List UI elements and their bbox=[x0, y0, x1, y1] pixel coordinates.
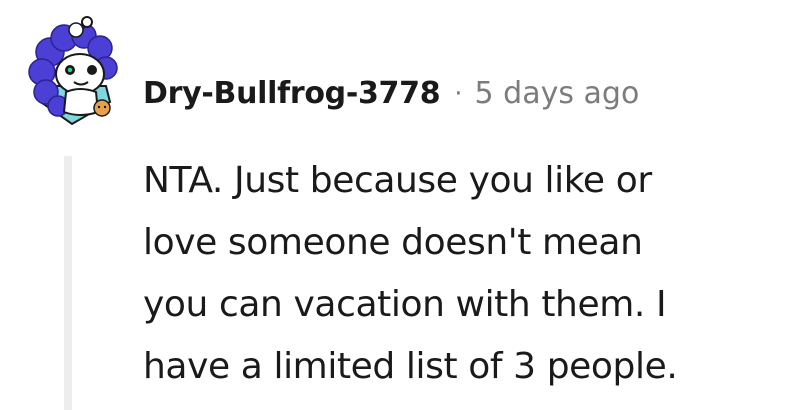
comment: Dry-Bullfrog-3778 · 5 days ago NTA. Just… bbox=[0, 0, 787, 410]
thread-line[interactable] bbox=[64, 156, 72, 410]
comment-timestamp[interactable]: 5 days ago bbox=[475, 72, 640, 116]
meta-separator: · bbox=[454, 79, 463, 109]
username-link[interactable]: Dry-Bullfrog-3778 bbox=[143, 72, 441, 116]
comment-body: NTA. Just because you like or love someo… bbox=[143, 150, 773, 398]
comment-body-line: NTA. Just because you like or bbox=[143, 160, 652, 201]
comment-meta: Dry-Bullfrog-3778 · 5 days ago bbox=[143, 72, 639, 116]
comment-body-line: have a limited list of 3 people. bbox=[143, 346, 678, 387]
comment-body-line: love someone doesn't mean bbox=[143, 222, 643, 263]
comment-body-line: you can vacation with them. I bbox=[143, 284, 667, 325]
user-avatar[interactable] bbox=[20, 16, 124, 128]
reddit-snoo-avatar-icon bbox=[28, 16, 118, 126]
